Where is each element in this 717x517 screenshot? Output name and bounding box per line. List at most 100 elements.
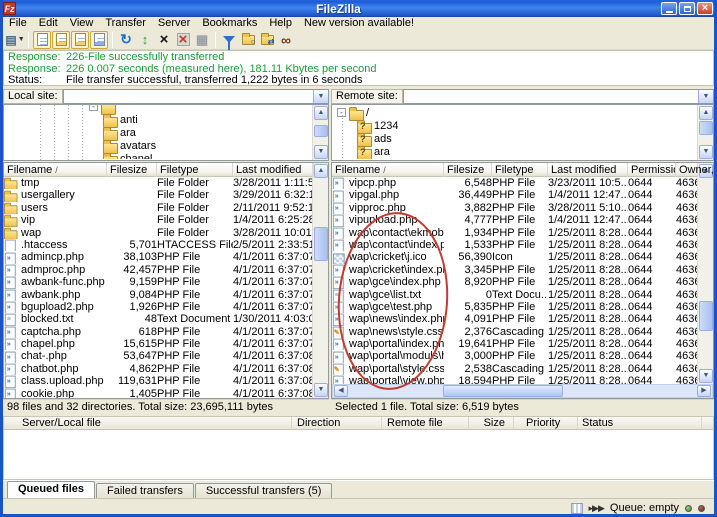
table-row[interactable]: »admincp.php38,103PHP File4/1/2011 6:37:… bbox=[4, 251, 312, 263]
column-header-owner[interactable]: Owner, bbox=[676, 163, 714, 177]
table-row[interactable]: »chatbot.php4,862PHP File4/1/2011 6:37:0… bbox=[4, 363, 312, 375]
column-header-last-modified[interactable]: Last modified bbox=[548, 163, 628, 177]
scroll-up-icon[interactable]: ▲ bbox=[314, 106, 328, 120]
tab-queued-files[interactable]: Queued files bbox=[7, 481, 95, 498]
synchronized-browsing-button[interactable]: ⇄ bbox=[258, 31, 276, 49]
table-row[interactable]: »wap\portal\moduls\head...3,000PHP File1… bbox=[332, 350, 697, 362]
table-row[interactable]: »wap\gce\test.php5,835PHP File1/25/2011 … bbox=[332, 301, 697, 313]
table-row[interactable]: wapFile Folder3/28/2011 10:01:0... bbox=[4, 227, 312, 239]
menu-item-edit[interactable]: Edit bbox=[33, 17, 64, 30]
chevron-down-icon[interactable]: ▼ bbox=[313, 90, 328, 103]
table-row[interactable]: »vipproc.php3,882PHP File3/28/2011 5:10.… bbox=[332, 202, 697, 214]
menu-item-bookmarks[interactable]: Bookmarks bbox=[196, 17, 263, 30]
queue-column-size[interactable]: Size bbox=[474, 417, 514, 430]
menu-item-view[interactable]: View bbox=[64, 17, 100, 30]
tree-item-avatars[interactable]: ?avatars bbox=[333, 158, 697, 159]
table-row[interactable]: »vipcp.php6,548PHP File3/23/2011 10:5...… bbox=[332, 177, 697, 189]
column-header-filetype[interactable]: Filetype bbox=[157, 163, 233, 177]
scroll-thumb[interactable] bbox=[699, 121, 713, 135]
table-row[interactable]: tmpFile Folder3/28/2011 1:11:50 PM bbox=[4, 177, 312, 189]
table-row[interactable]: »admproc.php42,457PHP File4/1/2011 6:37:… bbox=[4, 264, 312, 276]
toggle-remote-tree-button[interactable] bbox=[71, 31, 89, 49]
column-header-filetype[interactable]: Filetype bbox=[492, 163, 548, 177]
disconnect-button[interactable]: × bbox=[174, 31, 192, 49]
tree-item-anti[interactable]: anti bbox=[5, 113, 312, 126]
queue-column-remote-file[interactable]: Remote file bbox=[387, 417, 469, 430]
table-row[interactable]: »wap\contact\index.php1,533PHP File1/25/… bbox=[332, 239, 697, 251]
remote-list-hscrollbar[interactable]: ◀ ▶ bbox=[332, 384, 713, 398]
close-button[interactable]: × bbox=[697, 2, 713, 15]
table-row[interactable]: »wap\contact\ekmobile.php1,934PHP File1/… bbox=[332, 227, 697, 239]
queue-column-priority[interactable]: Priority bbox=[526, 417, 578, 430]
table-row[interactable]: »captcha.php618PHP File4/1/2011 6:37:07 … bbox=[4, 326, 312, 338]
directory-comparison-button[interactable]: ○ bbox=[239, 31, 257, 49]
scroll-down-icon[interactable]: ▼ bbox=[314, 383, 328, 397]
table-row[interactable]: »bgupload2.php1,926PHP File4/1/2011 6:37… bbox=[4, 301, 312, 313]
expander-minus-icon[interactable]: - bbox=[89, 104, 98, 111]
column-header-filename[interactable]: Filename/ bbox=[4, 163, 107, 177]
table-row[interactable]: »wap\news\index.php4,091PHP File1/25/201… bbox=[332, 313, 697, 325]
table-row[interactable]: »cookie.php1,405PHP File4/1/2011 6:37:08… bbox=[4, 388, 312, 398]
tree-item-chanel[interactable]: chanel bbox=[5, 152, 312, 159]
filter-button[interactable] bbox=[220, 31, 238, 49]
scroll-down-icon[interactable]: ▼ bbox=[699, 145, 713, 159]
tree-item[interactable]: - bbox=[5, 104, 312, 113]
process-queue-button[interactable]: ↕ bbox=[136, 31, 154, 49]
site-manager-button[interactable]: ▤▼ bbox=[6, 31, 24, 49]
toggle-local-tree-button[interactable] bbox=[52, 31, 70, 49]
table-row[interactable]: usergalleryFile Folder3/29/2011 6:32:15 … bbox=[4, 189, 312, 201]
remote-tree-scrollbar[interactable]: ▲ ▼ bbox=[697, 105, 713, 160]
tree-item-ara[interactable]: ara bbox=[5, 126, 312, 139]
tab-failed-transfers[interactable]: Failed transfers bbox=[96, 483, 194, 499]
queue-column-server-local-file[interactable]: Server/Local file bbox=[22, 417, 292, 430]
table-row[interactable]: wap\cricket\j.ico56,390Icon1/25/2011 8:2… bbox=[332, 251, 697, 263]
menu-item-server[interactable]: Server bbox=[152, 17, 196, 30]
tab-successful-transfers-5[interactable]: Successful transfers (5) bbox=[195, 483, 333, 499]
column-header-filesize[interactable]: Filesize bbox=[444, 163, 492, 177]
minimize-button[interactable] bbox=[661, 2, 677, 15]
transfer-queue-body[interactable] bbox=[3, 430, 714, 480]
menu-item-new-version-available[interactable]: New version available! bbox=[298, 17, 420, 30]
queue-view-icon[interactable] bbox=[571, 503, 583, 514]
table-row[interactable]: »wap\portal\index.php19,641PHP File1/25/… bbox=[332, 338, 697, 350]
table-row[interactable]: »class.upload.php119,631PHP File4/1/2011… bbox=[4, 375, 312, 387]
scroll-right-icon[interactable]: ▶ bbox=[697, 385, 711, 397]
local-site-combo[interactable]: ▼ bbox=[63, 89, 329, 104]
scroll-thumb[interactable] bbox=[699, 301, 713, 331]
queue-column-direction[interactable]: Direction bbox=[297, 417, 382, 430]
table-row[interactable]: ≡blocked.txt48Text Document1/30/2011 4:0… bbox=[4, 313, 312, 325]
tree-item-1234[interactable]: ?1234 bbox=[333, 119, 697, 132]
cancel-operation-button[interactable]: × bbox=[155, 31, 173, 49]
local-list-scrollbar[interactable]: ▲ ▼ bbox=[312, 163, 328, 398]
table-row[interactable]: »chat-.php53,647PHP File4/1/2011 6:37:08… bbox=[4, 350, 312, 362]
column-header-filesize[interactable]: Filesize bbox=[107, 163, 157, 177]
table-row[interactable]: »wap\portal\view.php18,594PHP File1/25/2… bbox=[332, 375, 697, 384]
table-row[interactable]: vipFile Folder1/4/2011 6:25:28 PM bbox=[4, 214, 312, 226]
tree-item-ara[interactable]: ?ara bbox=[333, 145, 697, 158]
scroll-up-icon[interactable]: ▲ bbox=[314, 164, 328, 178]
restore-button[interactable] bbox=[679, 2, 695, 15]
remote-site-combo[interactable]: ▼ bbox=[403, 89, 714, 104]
refresh-button[interactable]: ↻ bbox=[117, 31, 135, 49]
menu-item-file[interactable]: File bbox=[3, 17, 33, 30]
scroll-left-icon[interactable]: ◀ bbox=[334, 385, 348, 397]
chevron-down-icon[interactable]: ▼ bbox=[698, 90, 713, 103]
table-row[interactable]: ✎wap\portal\style.css2,538Cascading ...1… bbox=[332, 363, 697, 375]
menu-item-help[interactable]: Help bbox=[263, 17, 298, 30]
menu-item-transfer[interactable]: Transfer bbox=[99, 17, 152, 30]
local-tree-scrollbar[interactable]: ▲ ▼ bbox=[312, 105, 328, 160]
table-row[interactable]: »awbank-func.php9,159PHP File4/1/2011 6:… bbox=[4, 276, 312, 288]
table-row[interactable]: »vipupload.php4,777PHP File1/4/2011 12:4… bbox=[332, 214, 697, 226]
find-files-button[interactable]: ∞ bbox=[277, 31, 295, 49]
table-row[interactable]: »chapel.php15,615PHP File4/1/2011 6:37:0… bbox=[4, 338, 312, 350]
column-header-last-modified[interactable]: Last modified bbox=[233, 163, 314, 177]
scroll-up-icon[interactable]: ▲ bbox=[699, 106, 713, 120]
table-row[interactable]: ✎wap\news\style.css2,376Cascading ...1/2… bbox=[332, 326, 697, 338]
table-row[interactable]: »awbank.php9,084PHP File4/1/2011 6:37:07… bbox=[4, 289, 312, 301]
column-header-permissions[interactable]: Permissions bbox=[628, 163, 676, 177]
column-header-filename[interactable]: Filename/ bbox=[332, 163, 444, 177]
remote-list-scrollbar[interactable]: ▲ ▼ bbox=[697, 163, 713, 384]
table-row[interactable]: ≡wap\gce\list.txt0Text Docu...1/25/2011 … bbox=[332, 289, 697, 301]
tree-item--[interactable]: -/ bbox=[333, 106, 697, 119]
scroll-down-icon[interactable]: ▼ bbox=[314, 145, 328, 159]
